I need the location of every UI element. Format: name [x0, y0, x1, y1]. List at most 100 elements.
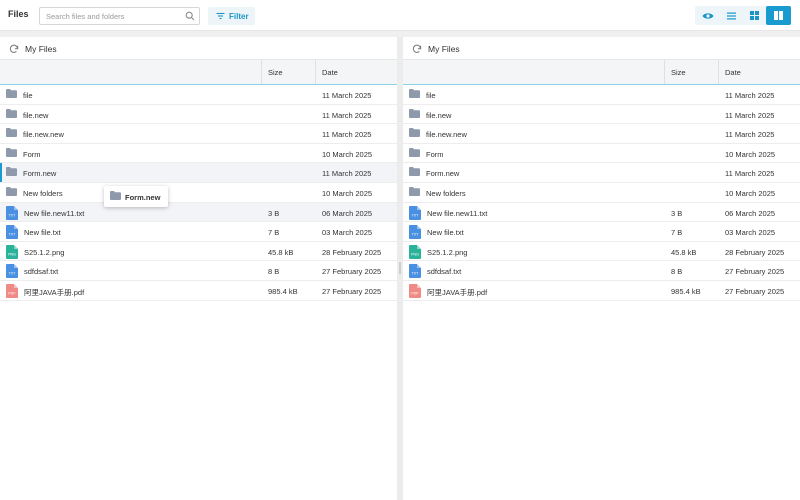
file-size: 985.4 kB: [671, 287, 701, 296]
folder-icon: [6, 128, 17, 139]
file-row[interactable]: file 11 March 2025: [403, 85, 800, 105]
file-row[interactable]: Form.new 11 March 2025: [0, 163, 397, 183]
file-date: 10 March 2025: [322, 149, 373, 159]
filter-button[interactable]: Filter: [208, 7, 255, 25]
file-name: file.new: [23, 110, 49, 120]
file-name: sdfdsaf.txt: [427, 267, 462, 277]
svg-text:PNG: PNG: [411, 252, 419, 256]
file-date: 28 February 2025: [725, 247, 785, 257]
file-row[interactable]: PNG S25.1.2.png 45.8 kB 28 February 2025: [403, 241, 800, 262]
file-row[interactable]: Form 10 March 2025: [403, 143, 800, 164]
grid-view-button[interactable]: [743, 6, 766, 25]
svg-text:PNG: PNG: [8, 252, 16, 256]
file-date: 10 March 2025: [725, 149, 776, 159]
file-row[interactable]: file 11 March 2025: [0, 85, 397, 105]
search-input[interactable]: [40, 8, 180, 24]
file-row[interactable]: PNG S25.1.2.png 45.8 kB 28 February 2025: [0, 241, 397, 262]
txt-file-icon: TXT: [409, 205, 421, 222]
file-name: S25.1.2.png: [24, 247, 65, 257]
split-view-button[interactable]: [766, 6, 791, 25]
refresh-icon[interactable]: [412, 44, 422, 54]
column-divider[interactable]: [664, 60, 665, 84]
file-size: 8 B: [671, 267, 683, 277]
left-file-panel: My Files Size Date file 11 March 2025 file…: [0, 37, 397, 500]
drag-preview-label: Form.new: [125, 193, 161, 202]
app-title: Files: [8, 9, 29, 19]
list-view-button[interactable]: [720, 6, 743, 25]
file-row[interactable]: Form 10 March 2025: [0, 143, 397, 164]
toolbar: Files Filter: [0, 0, 800, 31]
column-header-size[interactable]: Size: [671, 68, 686, 77]
file-name: Form.new: [426, 169, 460, 179]
column-divider[interactable]: [315, 60, 316, 84]
file-row[interactable]: PDF 阿里JAVA手册.pdf 985.4 kB 27 February 2025: [403, 281, 800, 301]
file-row[interactable]: file.new 11 March 2025: [403, 104, 800, 125]
file-row[interactable]: TXT New file.txt 7 B 03 March 2025: [0, 222, 397, 242]
pdf-file-icon: PDF: [6, 284, 18, 300]
file-date: 11 March 2025: [725, 130, 775, 140]
file-name: file.new.new: [23, 130, 64, 140]
filter-label: Filter: [229, 11, 249, 21]
column-header-row: Size Date: [0, 60, 397, 85]
file-name: file.new.new: [426, 130, 467, 140]
search-box[interactable]: [39, 7, 200, 25]
file-row[interactable]: New folders 10 March 2025: [0, 183, 397, 203]
column-divider[interactable]: [261, 60, 262, 84]
svg-text:TXT: TXT: [412, 213, 420, 217]
file-name: Form: [426, 149, 444, 159]
column-divider[interactable]: [718, 60, 719, 84]
panel-header: My Files: [403, 37, 800, 60]
file-size: 7 B: [671, 228, 683, 238]
refresh-icon[interactable]: [9, 44, 19, 54]
column-header-date[interactable]: Date: [322, 68, 338, 77]
file-size: 8 B: [268, 267, 280, 277]
file-row[interactable]: New folders 10 March 2025: [403, 183, 800, 203]
eye-icon: [702, 12, 713, 19]
file-row[interactable]: TXT New file.new11.txt 3 B 06 March 2025: [0, 202, 397, 223]
folder-icon: [409, 108, 420, 120]
file-row[interactable]: TXT New file.txt 7 B 03 March 2025: [403, 222, 800, 242]
folder-icon: [409, 187, 420, 198]
file-row[interactable]: file.new 11 March 2025: [0, 104, 397, 125]
file-name: New file.txt: [24, 228, 61, 238]
file-row[interactable]: Form.new 11 March 2025: [403, 163, 800, 183]
svg-text:TXT: TXT: [9, 213, 17, 217]
file-size: 45.8 kB: [671, 247, 697, 257]
split-panel-icon: [774, 11, 783, 20]
file-date: 11 March 2025: [322, 110, 372, 120]
file-date: 06 March 2025: [322, 208, 373, 218]
panel-header: My Files: [0, 37, 397, 60]
file-date: 11 March 2025: [322, 169, 372, 179]
file-row[interactable]: file.new.new 11 March 2025: [403, 124, 800, 144]
filter-icon: [216, 12, 225, 20]
svg-text:TXT: TXT: [412, 233, 420, 237]
file-size: 3 B: [268, 208, 280, 218]
column-header-date[interactable]: Date: [725, 68, 741, 77]
file-date: 11 March 2025: [725, 169, 775, 179]
txt-file-icon: TXT: [6, 264, 18, 280]
svg-text:PDF: PDF: [8, 292, 16, 296]
file-size: 3 B: [671, 208, 683, 218]
file-name: New folders: [426, 189, 466, 198]
file-row[interactable]: PDF 阿里JAVA手册.pdf 985.4 kB 27 February 2025: [0, 281, 397, 301]
file-row[interactable]: TXT sdfdsaf.txt 8 B 27 February 2025: [0, 261, 397, 281]
txt-file-icon: TXT: [6, 225, 18, 241]
file-date: 11 March 2025: [322, 130, 372, 140]
search-icon[interactable]: [185, 11, 195, 21]
txt-file-icon: TXT: [409, 264, 421, 280]
folder-icon: [409, 128, 420, 139]
file-size: 45.8 kB: [268, 247, 294, 257]
file-name: Form: [23, 149, 41, 159]
file-name: 阿里JAVA手册.pdf: [427, 288, 488, 297]
folder-icon: [409, 147, 420, 159]
folder-icon: [6, 147, 17, 159]
file-row[interactable]: TXT New file.new11.txt 3 B 06 March 2025: [403, 202, 800, 223]
file-row[interactable]: file.new.new 11 March 2025: [0, 124, 397, 144]
preview-toggle-button[interactable]: [695, 6, 720, 25]
column-header-size[interactable]: Size: [268, 68, 283, 77]
folder-icon: [6, 108, 17, 120]
file-date: 27 February 2025: [322, 287, 382, 296]
resizer-grip[interactable]: [399, 262, 401, 274]
file-row[interactable]: TXT sdfdsaf.txt 8 B 27 February 2025: [403, 261, 800, 281]
file-size: 985.4 kB: [268, 287, 298, 296]
